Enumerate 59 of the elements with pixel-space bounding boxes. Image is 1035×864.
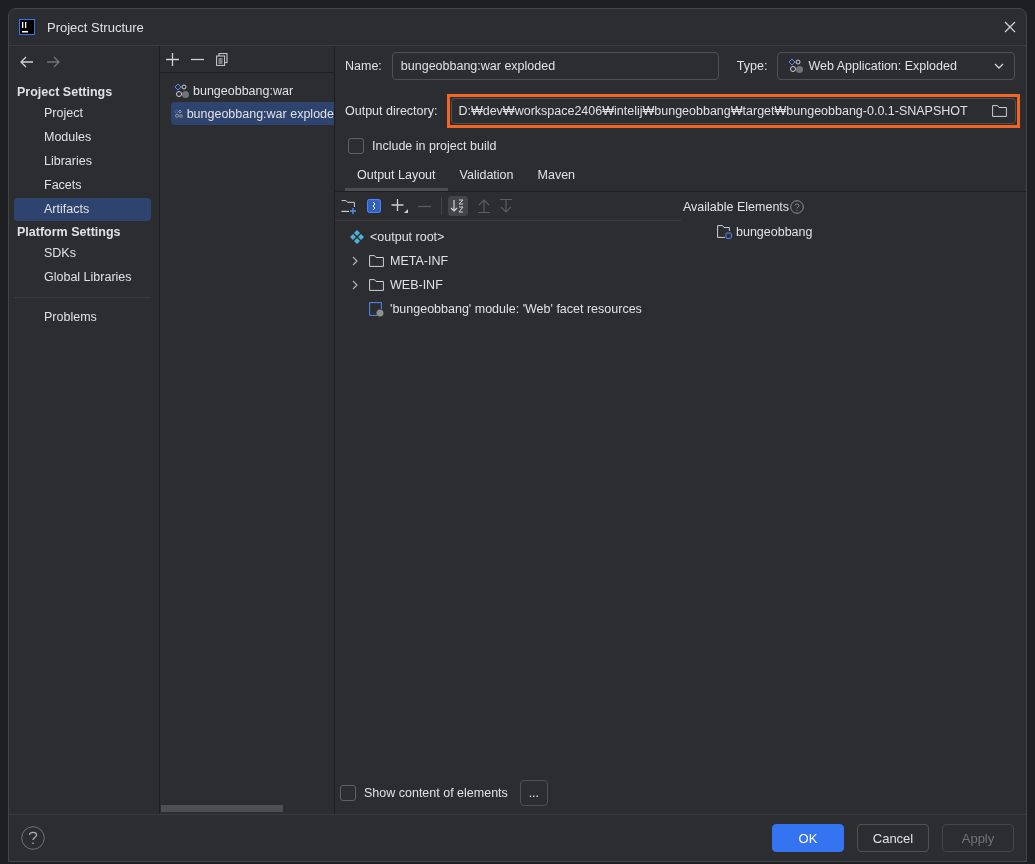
dialog-button[interactable]: Cancel xyxy=(857,824,929,852)
web-artifact-icon xyxy=(174,82,190,99)
tab[interactable]: Validation xyxy=(447,164,526,191)
type-dropdown[interactable]: Web Application: Exploded xyxy=(777,52,1016,80)
add-icon[interactable] xyxy=(166,52,179,66)
available-element[interactable]: bungeobbang xyxy=(736,225,813,239)
tab[interactable]: Output Layout xyxy=(345,164,448,191)
artifact-item[interactable]: bungeobbang:war explode xyxy=(171,102,334,125)
chevron-right-icon[interactable] xyxy=(351,280,359,290)
copy-icon[interactable] xyxy=(216,52,228,66)
name-field[interactable]: bungeobbang:war exploded xyxy=(391,52,719,80)
nav-item[interactable]: Modules xyxy=(14,126,151,149)
nav-item[interactable]: Artifacts xyxy=(14,198,151,221)
name-label: Name: xyxy=(345,59,382,73)
checkbox-label: Include in project build xyxy=(372,139,497,153)
nav-item[interactable]: Facets xyxy=(14,174,151,197)
nav-item[interactable]: Global Libraries xyxy=(14,266,151,289)
checkbox-label: Show content of elements xyxy=(364,786,508,800)
nav-section-title: Platform Settings xyxy=(16,224,122,241)
nav-item[interactable]: Problems xyxy=(14,306,151,329)
forward-arrow-icon[interactable] xyxy=(46,56,60,68)
available-elements-title: Available Elements xyxy=(683,200,790,214)
archive-icon[interactable] xyxy=(367,199,381,213)
help-icon[interactable] xyxy=(790,200,805,214)
window-title: Project Structure xyxy=(47,19,144,35)
add-dropdown-icon[interactable] xyxy=(391,198,408,214)
type-label: Type: xyxy=(736,59,768,73)
folder-icon xyxy=(369,279,384,291)
more-button[interactable]: ... xyxy=(519,780,548,806)
nav-section-title: Project Settings xyxy=(16,84,114,101)
scrollbar[interactable] xyxy=(161,805,283,812)
tree-node[interactable]: WEB-INF xyxy=(390,278,443,292)
dialog-button[interactable]: OK xyxy=(772,824,844,852)
artifact-item[interactable]: bungeobbang:war xyxy=(171,79,334,102)
folder-icon xyxy=(369,255,384,267)
checkbox[interactable] xyxy=(348,138,364,154)
nav-item[interactable]: Project xyxy=(14,102,151,125)
folder-icon[interactable] xyxy=(992,105,1007,117)
new-folder-icon[interactable] xyxy=(341,198,357,214)
nav-item[interactable]: Libraries xyxy=(14,150,151,173)
tab[interactable]: Maven xyxy=(525,164,588,191)
chevron-down-icon xyxy=(994,63,1005,69)
back-arrow-icon[interactable] xyxy=(20,56,34,68)
web-artifact-icon xyxy=(788,58,805,74)
sort-icon[interactable] xyxy=(448,196,468,216)
checkbox[interactable] xyxy=(340,785,356,801)
help-icon[interactable] xyxy=(21,826,45,850)
app-logo-icon xyxy=(19,19,35,35)
chevron-right-icon[interactable] xyxy=(351,256,359,266)
module-folder-icon xyxy=(717,225,732,239)
tree-node[interactable]: META-INF xyxy=(390,254,449,268)
nav-item[interactable]: SDKs xyxy=(14,242,151,265)
output-directory-label: Output directory: xyxy=(345,104,438,118)
tree-node[interactable]: 'bungeobbang' module: 'Web' facet resources xyxy=(390,302,642,316)
tree-node[interactable]: <output root> xyxy=(370,230,445,244)
output-directory-field[interactable]: D:₩dev₩workspace2406₩intelij₩bungeobbang₩target₩bungeobbang-0.0.1-SNAPSHOT xyxy=(451,98,1016,124)
web-resource-icon xyxy=(369,301,384,317)
diamond-cluster-icon xyxy=(350,230,364,244)
close-icon[interactable] xyxy=(1004,21,1016,33)
